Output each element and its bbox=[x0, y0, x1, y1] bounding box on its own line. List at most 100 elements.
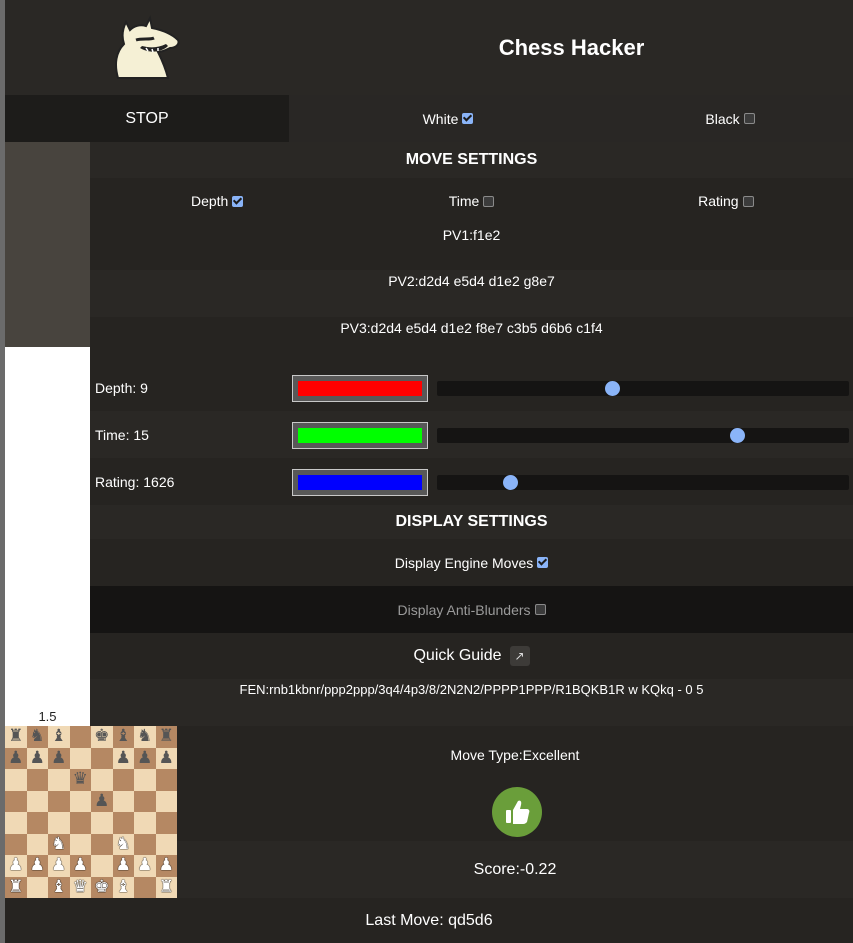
board-square[interactable] bbox=[69, 833, 91, 855]
anti-blunders-toggle[interactable]: Display Anti-Blunders bbox=[90, 586, 853, 633]
black-pawn-icon[interactable]: ♟ bbox=[94, 792, 109, 810]
board-square[interactable]: ♟ bbox=[26, 747, 48, 769]
white-pawn-icon[interactable]: ♟ bbox=[137, 857, 152, 874]
white-pawn-icon[interactable]: ♟ bbox=[159, 857, 174, 874]
engine-moves-checkbox[interactable] bbox=[537, 557, 549, 568]
depth-mode-checkbox[interactable] bbox=[232, 196, 244, 208]
black-bishop-icon[interactable]: ♝ bbox=[116, 728, 131, 745]
board-square[interactable] bbox=[155, 790, 177, 812]
time-color-swatch[interactable] bbox=[292, 422, 428, 449]
board-square[interactable] bbox=[5, 790, 27, 812]
board-square[interactable] bbox=[134, 812, 156, 834]
board-square[interactable]: ♟ bbox=[91, 790, 113, 812]
black-pawn-icon[interactable]: ♟ bbox=[51, 749, 66, 767]
board-square[interactable] bbox=[155, 812, 177, 834]
board-square[interactable]: ♟ bbox=[155, 855, 177, 877]
rating-slider[interactable] bbox=[437, 475, 849, 490]
time-mode-toggle[interactable]: Time bbox=[344, 193, 598, 209]
board-square[interactable]: ♞ bbox=[112, 833, 134, 855]
board-square[interactable] bbox=[134, 833, 156, 855]
rating-color-swatch[interactable] bbox=[292, 469, 428, 496]
time-slider[interactable] bbox=[437, 428, 849, 443]
board-square[interactable]: ♝ bbox=[112, 726, 134, 748]
board-square[interactable] bbox=[48, 769, 70, 791]
time-mode-checkbox[interactable] bbox=[483, 196, 495, 208]
black-pawn-icon[interactable]: ♟ bbox=[30, 749, 45, 767]
black-bishop-icon[interactable]: ♝ bbox=[51, 728, 66, 745]
white-rook-icon[interactable]: ♜ bbox=[8, 878, 23, 896]
white-pawn-icon[interactable]: ♟ bbox=[51, 857, 66, 874]
time-slider-thumb[interactable] bbox=[729, 428, 745, 443]
board-square[interactable] bbox=[112, 812, 134, 834]
board-square[interactable]: ♟ bbox=[48, 747, 70, 769]
board-square[interactable]: ♞ bbox=[134, 726, 156, 748]
board-square[interactable]: ♛ bbox=[69, 769, 91, 791]
black-rook-icon[interactable]: ♜ bbox=[159, 728, 174, 745]
rating-mode-toggle[interactable]: Rating bbox=[599, 193, 853, 209]
depth-slider-thumb[interactable] bbox=[605, 381, 621, 396]
rating-mode-checkbox[interactable] bbox=[742, 196, 754, 208]
board-square[interactable] bbox=[69, 812, 91, 834]
white-knight-icon[interactable]: ♞ bbox=[116, 835, 131, 853]
board-square[interactable]: ♟ bbox=[26, 855, 48, 877]
depth-color-swatch[interactable] bbox=[292, 375, 428, 402]
board-square[interactable] bbox=[155, 833, 177, 855]
depth-mode-toggle[interactable]: Depth bbox=[90, 193, 344, 209]
board-square[interactable]: ♝ bbox=[112, 876, 134, 898]
board-square[interactable] bbox=[91, 812, 113, 834]
black-toggle[interactable]: Black bbox=[607, 95, 853, 142]
board-square[interactable] bbox=[112, 769, 134, 791]
black-checkbox[interactable] bbox=[743, 113, 755, 124]
white-bishop-icon[interactable]: ♝ bbox=[116, 878, 131, 896]
board-square[interactable] bbox=[26, 876, 48, 898]
board-square[interactable]: ♜ bbox=[155, 726, 177, 748]
board-square[interactable] bbox=[5, 769, 27, 791]
board-square[interactable] bbox=[26, 833, 48, 855]
black-pawn-icon[interactable]: ♟ bbox=[159, 749, 174, 767]
external-link-icon[interactable]: ↗ bbox=[509, 646, 530, 666]
black-queen-icon[interactable]: ♛ bbox=[73, 771, 88, 788]
white-toggle[interactable]: White bbox=[289, 95, 607, 142]
board-square[interactable] bbox=[69, 790, 91, 812]
board-square[interactable]: ♟ bbox=[134, 855, 156, 877]
board-square[interactable] bbox=[134, 876, 156, 898]
board-square[interactable]: ♜ bbox=[5, 726, 27, 748]
board-square[interactable]: ♟ bbox=[155, 747, 177, 769]
board-square[interactable] bbox=[91, 833, 113, 855]
board-square[interactable] bbox=[26, 790, 48, 812]
white-pawn-icon[interactable]: ♟ bbox=[8, 857, 23, 874]
board-square[interactable] bbox=[48, 790, 70, 812]
chess-board[interactable]: ♜ ♞ ♝ ♚ ♝ ♞ ♜ ♟ ♟ ♟ ♟ ♟ ♟ ♛ ♟ ♞ ♞ ♟ ♟ ♟ ♟ ♟ ♟ ♟ ♜ ♝ ♛ ♚ ♝ ♜ bbox=[5, 726, 177, 898]
board-square[interactable] bbox=[91, 855, 113, 877]
board-square[interactable]: ♞ bbox=[48, 833, 70, 855]
board-square[interactable] bbox=[26, 769, 48, 791]
board-square[interactable]: ♚ bbox=[91, 876, 113, 898]
board-square[interactable]: ♟ bbox=[5, 855, 27, 877]
white-king-icon[interactable]: ♚ bbox=[94, 878, 109, 896]
board-square[interactable]: ♛ bbox=[69, 876, 91, 898]
board-square[interactable] bbox=[26, 812, 48, 834]
board-square[interactable] bbox=[69, 726, 91, 748]
board-square[interactable]: ♟ bbox=[112, 855, 134, 877]
white-checkbox[interactable] bbox=[462, 113, 474, 124]
board-square[interactable] bbox=[5, 833, 27, 855]
board-square[interactable] bbox=[48, 812, 70, 834]
white-pawn-icon[interactable]: ♟ bbox=[116, 857, 131, 874]
black-pawn-icon[interactable]: ♟ bbox=[137, 749, 152, 767]
black-pawn-icon[interactable]: ♟ bbox=[116, 749, 131, 767]
board-square[interactable] bbox=[155, 769, 177, 791]
anti-blunders-checkbox[interactable] bbox=[534, 604, 546, 615]
board-square[interactable]: ♜ bbox=[155, 876, 177, 898]
stop-button[interactable]: STOP bbox=[5, 95, 289, 142]
board-square[interactable] bbox=[134, 790, 156, 812]
white-pawn-icon[interactable]: ♟ bbox=[73, 857, 88, 874]
board-square[interactable]: ♟ bbox=[69, 855, 91, 877]
white-rook-icon[interactable]: ♜ bbox=[159, 878, 174, 896]
white-knight-icon[interactable]: ♞ bbox=[51, 835, 66, 853]
black-king-icon[interactable]: ♚ bbox=[94, 728, 109, 745]
black-pawn-icon[interactable]: ♟ bbox=[8, 749, 23, 767]
black-knight-icon[interactable]: ♞ bbox=[137, 728, 152, 745]
board-square[interactable]: ♝ bbox=[48, 726, 70, 748]
board-square[interactable]: ♜ bbox=[5, 876, 27, 898]
board-square[interactable] bbox=[134, 769, 156, 791]
